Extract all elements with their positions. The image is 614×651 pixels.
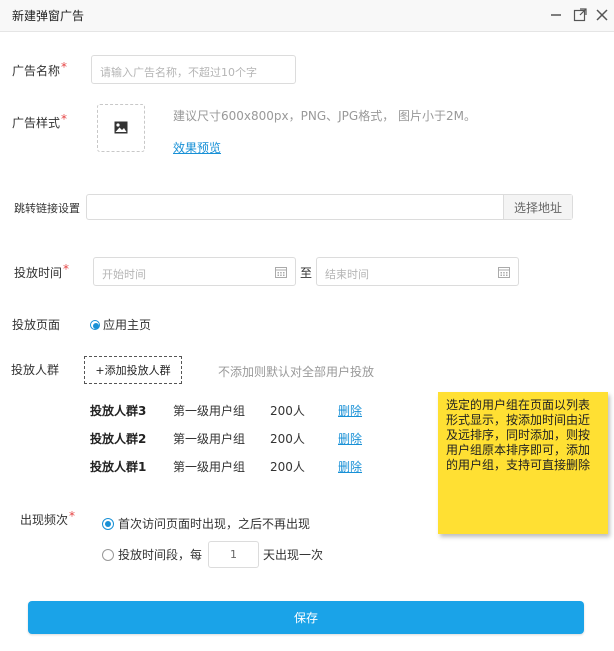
select-address-button[interactable]: 选择地址	[503, 195, 572, 219]
calendar-icon[interactable]	[498, 266, 510, 278]
audience-label: 投放人群	[11, 363, 60, 377]
group-name: 投放人群2	[90, 432, 147, 446]
schedule-label: 投放时间*	[14, 262, 70, 280]
calendar-icon[interactable]	[275, 266, 287, 278]
annotation-note: 选定的用户组在页面以列表形式显示，按添加时间由近及远排序，同时添加，则按用户组原…	[438, 392, 608, 534]
app-home-option[interactable]: 应用主页	[90, 316, 151, 333]
group-level: 第一级用户组	[173, 432, 246, 446]
ad-name-input[interactable]: 请输入广告名称，不超过10个字	[91, 55, 296, 84]
audience-row: 投放人群1 第一级用户组 200人 删除	[90, 458, 390, 476]
image-upload-box[interactable]	[97, 104, 145, 152]
frequency-label: 出现频次*	[20, 509, 76, 527]
required-mark: *	[63, 262, 70, 276]
group-level: 第一级用户组	[173, 404, 246, 418]
interval-days-value: 1	[230, 548, 238, 561]
close-icon[interactable]	[594, 7, 610, 23]
interval-suffix: 天出现一次	[263, 548, 324, 562]
date-separator: 至	[300, 266, 313, 280]
ad-name-placeholder: 请输入广告名称，不超过10个字	[100, 66, 257, 79]
once-radio[interactable]	[102, 517, 114, 530]
target-page-label: 投放页面	[12, 318, 61, 332]
jump-link-input[interactable]: 选择地址	[86, 194, 573, 220]
group-level: 第一级用户组	[173, 460, 246, 474]
frequency-option-once[interactable]: 首次访问页面时出现，之后不再出现	[102, 515, 310, 532]
start-time-placeholder: 开始时间	[102, 268, 146, 281]
save-button[interactable]: 保存	[28, 601, 584, 634]
delete-link[interactable]: 删除	[338, 402, 362, 419]
end-time-input[interactable]: 结束时间	[316, 257, 519, 286]
delete-link[interactable]: 删除	[338, 458, 362, 475]
image-icon	[114, 121, 128, 137]
once-label: 首次访问页面时出现，之后不再出现	[118, 517, 311, 531]
group-count: 200人	[270, 432, 305, 446]
group-count: 200人	[270, 460, 305, 474]
minimize-icon[interactable]	[548, 7, 564, 23]
audience-hint: 不添加则默认对全部用户投放	[218, 365, 375, 379]
group-name: 投放人群1	[90, 460, 147, 474]
interval-prefix: 投放时间段，每	[118, 548, 203, 562]
maximize-icon[interactable]	[572, 7, 588, 23]
upload-hint: 建议尺寸600x800px，PNG、JPG格式， 图片小于2M。	[173, 109, 477, 123]
required-mark: *	[61, 60, 68, 74]
dialog-title: 新建弹窗广告	[12, 9, 85, 23]
preview-link[interactable]: 效果预览	[173, 139, 221, 156]
required-mark: *	[69, 509, 76, 523]
app-home-label: 应用主页	[103, 318, 152, 332]
jump-link-label: 跳转链接设置	[14, 202, 80, 215]
ad-style-label: 广告样式*	[12, 112, 68, 130]
app-home-radio[interactable]	[90, 319, 100, 330]
group-count: 200人	[270, 404, 305, 418]
add-audience-button[interactable]: +添加投放人群	[84, 356, 182, 384]
audience-row: 投放人群3 第一级用户组 200人 删除	[90, 402, 390, 420]
frequency-option-interval[interactable]: 投放时间段，每 1 天出现一次	[102, 541, 323, 568]
title-bar: 新建弹窗广告	[0, 0, 614, 32]
ad-name-label: 广告名称*	[12, 60, 68, 78]
audience-row: 投放人群2 第一级用户组 200人 删除	[90, 430, 390, 448]
end-time-placeholder: 结束时间	[325, 268, 369, 281]
delete-link[interactable]: 删除	[338, 430, 362, 447]
group-name: 投放人群3	[90, 404, 147, 418]
required-mark: *	[61, 112, 68, 126]
start-time-input[interactable]: 开始时间	[93, 257, 296, 286]
interval-days-input[interactable]: 1	[208, 541, 260, 568]
interval-radio[interactable]	[102, 548, 114, 561]
